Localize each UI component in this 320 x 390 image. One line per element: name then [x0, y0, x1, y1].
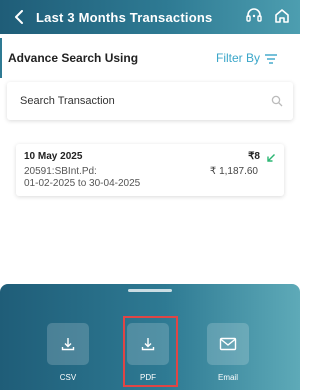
pdf-button[interactable]: PDF: [126, 323, 170, 382]
search-input[interactable]: Search Transaction: [7, 82, 293, 120]
transaction-badge-amount: ₹8: [248, 151, 260, 162]
back-icon[interactable]: [4, 0, 34, 34]
transaction-card[interactable]: 10 May 2025 ₹8 20591:SBInt.Pd: 01-02-202…: [16, 144, 284, 196]
advanced-search-label: Advance Search Using: [8, 51, 139, 65]
arrow-down-left-icon: [266, 150, 276, 168]
mail-icon: [207, 323, 249, 365]
search-icon[interactable]: [271, 95, 283, 107]
csv-label: CSV: [59, 373, 77, 382]
transaction-amount: ₹ 1,187.60: [209, 166, 258, 177]
download-icon: [127, 323, 169, 365]
app-header: Last 3 Months Transactions: [0, 0, 300, 34]
advanced-search-row: Advance Search Using Filter By: [0, 38, 300, 78]
drag-handle[interactable]: [128, 289, 172, 292]
filter-icon: [265, 54, 277, 64]
export-bottom-sheet: CSV PDF Email: [0, 284, 300, 390]
download-icon: [47, 323, 89, 365]
transaction-period: 01-02-2025 to 30-04-2025: [24, 178, 141, 189]
search-placeholder: Search Transaction: [20, 95, 115, 107]
filter-by-button[interactable]: Filter By: [216, 51, 278, 65]
headset-icon[interactable]: [244, 6, 264, 26]
transaction-date: 10 May 2025: [24, 151, 83, 162]
csv-button[interactable]: CSV: [46, 323, 90, 382]
email-button[interactable]: Email: [206, 323, 250, 382]
transaction-reference: 20591:SBInt.Pd:: [24, 166, 97, 177]
transaction-description: 20591:SBInt.Pd: 01-02-2025 to 30-04-2025: [24, 166, 140, 190]
filter-by-label: Filter By: [215, 51, 260, 65]
pdf-label: PDF: [140, 373, 156, 382]
email-label: Email: [217, 373, 238, 382]
page-title: Last 3 Months Transactions: [36, 9, 213, 25]
home-icon[interactable]: [272, 6, 292, 26]
